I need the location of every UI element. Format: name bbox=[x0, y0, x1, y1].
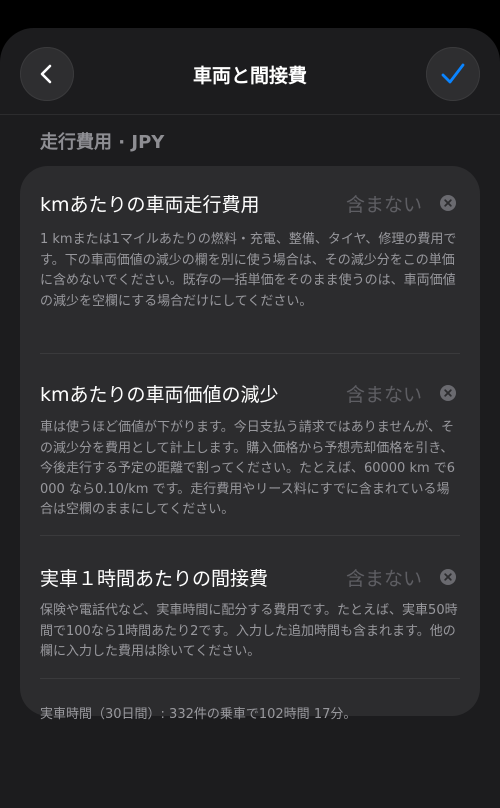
vehicle-running-cost-description: 1 kmまたは1マイルあたりの燃料・充電、整備、タイヤ、修理の費用です。下の車両… bbox=[40, 232, 457, 309]
section-label: 走行費用 · JPY bbox=[40, 132, 165, 153]
vehicle-running-cost-label: kmあたりの車両走行費用 bbox=[40, 194, 260, 216]
active-hours-summary: 実車時間（30日間）: 332件の乗車で102時間 17分。 bbox=[40, 707, 357, 722]
clear-icon[interactable] bbox=[440, 385, 456, 401]
overhead-per-hour-description: 保険や電話代など、実車時間に配分する費用です。たとえば、実車50時間で100なら… bbox=[40, 603, 458, 659]
divider bbox=[40, 353, 460, 354]
modal-sheet: 車両と間接費 走行費用 · JPY kmあたりの車両走行費用 含まない 1 km… bbox=[0, 28, 500, 808]
header-bar: 車両と間接費 bbox=[0, 28, 500, 115]
overhead-per-hour-input[interactable]: 含まない bbox=[346, 564, 422, 591]
vehicle-depreciation-description: 車は使うほど価値が下がります。今日支払う請求ではありませんが、その減少分を費用と… bbox=[40, 420, 456, 517]
vehicle-depreciation-label: kmあたりの車両価値の減少 bbox=[40, 384, 279, 406]
vehicle-running-cost-input[interactable]: 含まない bbox=[346, 190, 422, 217]
checkmark-icon bbox=[441, 63, 465, 84]
cost-settings-card: kmあたりの車両走行費用 含まない 1 kmまたは1マイルあたりの燃料・充電、整… bbox=[20, 166, 480, 722]
clear-icon[interactable] bbox=[440, 195, 456, 211]
page-title: 車両と間接費 bbox=[192, 65, 307, 87]
clear-icon[interactable] bbox=[440, 569, 456, 585]
overhead-per-hour-label: 実車１時間あたりの間接費 bbox=[40, 568, 269, 590]
divider bbox=[40, 535, 460, 536]
confirm-button[interactable] bbox=[426, 47, 480, 101]
divider bbox=[40, 678, 460, 679]
vehicle-depreciation-input[interactable]: 含まない bbox=[346, 380, 422, 407]
